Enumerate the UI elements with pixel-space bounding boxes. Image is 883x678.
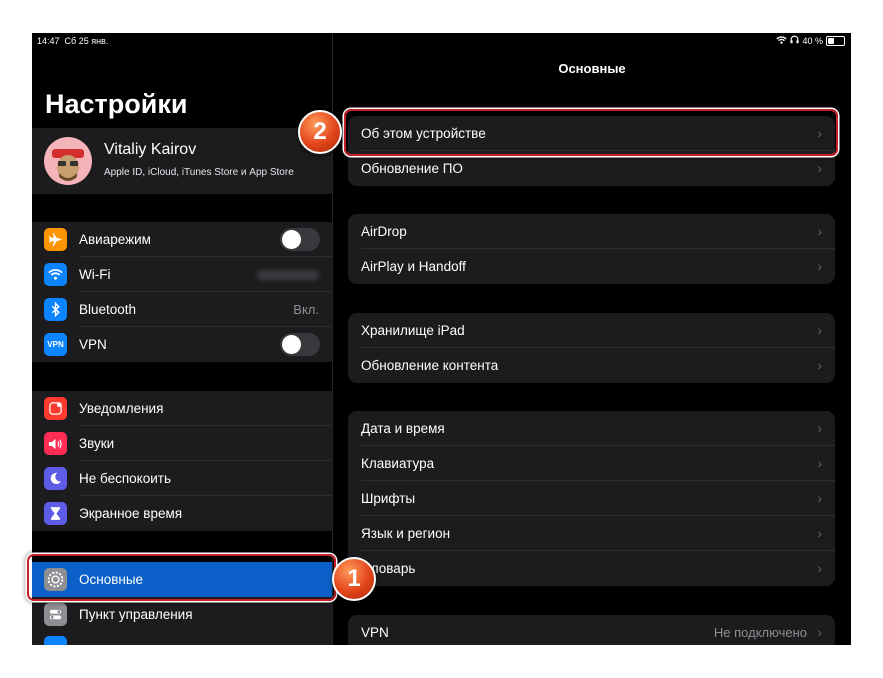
sidebar-item-wifi[interactable]: Wi-Fi [32,257,332,292]
sidebar-item-control-center[interactable]: Пункт управления [32,597,332,632]
wifi-signal-icon [776,36,788,46]
sidebar-item-label: Уведомления [79,401,164,416]
row-label: Обновление контента [361,358,499,373]
detail-group-storage: Хранилище iPad › Обновление контента › [348,313,835,383]
highlight-general [27,554,336,601]
chevron-right-icon: › [817,258,822,274]
battery-percent: 40 % [802,35,823,46]
avatar [44,137,92,185]
control-center-icon [44,603,67,626]
row-ipad-storage[interactable]: Хранилище iPad › [348,313,835,348]
status-time-date: 14:47 Сб 25 янв. [37,36,108,46]
chevron-right-icon: › [817,420,822,436]
sidebar-title: Настройки [45,89,188,119]
battery-icon [826,35,845,46]
profile-subtitle: Apple ID, iCloud, iTunes Store и App Sto… [104,167,294,178]
sidebar-item-label: VPN [79,337,107,352]
chevron-right-icon: › [817,624,822,640]
sidebar-item-notifications[interactable]: Уведомления [32,391,332,426]
sidebar-item-airplane-mode[interactable]: Авиарежим [32,222,332,257]
row-label: Язык и регион [361,526,451,541]
row-language-region[interactable]: Язык и регион › [348,516,835,551]
sidebar-item-label: Экранное время [79,506,183,521]
row-label: Шрифты [361,491,416,506]
chevron-right-icon: › [817,455,822,471]
sidebar-item-label: Авиарежим [79,232,151,247]
vpn-icon-text: VPN [47,340,64,349]
row-date-time[interactable]: Дата и время › [348,411,835,446]
detail-group-airdrop: AirDrop › AirPlay и Handoff › [348,214,835,284]
vpn-status: Не подключено [713,625,807,640]
callout-badge-2: 2 [298,110,342,154]
battery-fill [828,37,834,44]
speaker-icon [44,432,67,455]
row-software-update[interactable]: Обновление ПО › [348,151,835,186]
row-label: Дата и время [361,421,445,436]
row-label: Обновление ПО [361,161,463,176]
sidebar-item-vpn[interactable]: VPN VPN [32,327,332,362]
row-vpn[interactable]: VPN Не подключено › [348,615,835,645]
chevron-right-icon: › [817,357,822,373]
wifi-network-name-blurred [257,270,319,280]
callout-badge-1: 1 [332,557,376,601]
sidebar-item-label: Не беспокоить [79,471,171,486]
status-bar: 14:47 Сб 25 янв. 40 % [32,33,851,49]
sidebar-item-partial [32,632,332,645]
headphones-icon [790,35,800,46]
hourglass-icon [44,502,67,525]
highlight-about [344,109,838,156]
sidebar-item-label: Звуки [79,436,115,451]
notifications-icon [44,397,67,420]
row-label: AirDrop [361,224,407,239]
sidebar-item-sounds[interactable]: Звуки [32,426,332,461]
sidebar-group-notifications: Уведомления Звуки Не беспокоить Экранное… [32,391,332,531]
row-airplay-handoff[interactable]: AirPlay и Handoff › [348,249,835,284]
chevron-right-icon: › [817,490,822,506]
status-right: 40 % [776,35,845,46]
moon-icon [44,467,67,490]
bluetooth-icon [44,298,67,321]
row-label: Хранилище iPad [361,323,465,338]
sidebar-item-do-not-disturb[interactable]: Не беспокоить [32,461,332,496]
bluetooth-status: Вкл. [293,302,319,317]
sidebar-item-label: Bluetooth [79,302,137,317]
chevron-right-icon: › [817,560,822,576]
row-dictionary[interactable]: Словарь › [348,551,835,586]
row-label: AirPlay и Handoff [361,259,466,274]
airplane-mode-toggle[interactable] [280,228,320,251]
status-date: Сб 25 янв. [64,36,109,46]
chevron-right-icon: › [817,322,822,338]
chevron-right-icon: › [817,223,822,239]
sidebar-item-screen-time[interactable]: Экранное время [32,496,332,531]
row-keyboard[interactable]: Клавиатура › [348,446,835,481]
detail-group-vpn: VPN Не подключено › [348,615,835,645]
chevron-right-icon: › [817,160,822,176]
vpn-icon: VPN [44,333,67,356]
row-label: VPN [361,625,389,640]
sidebar-item-label: Wi-Fi [79,267,111,282]
sidebar-item-label: Пункт управления [79,607,193,622]
airplane-icon [44,228,67,251]
sidebar-group-connectivity: Авиарежим Wi-Fi Bluetooth Вкл. VPN VPN [32,222,332,362]
display-icon [44,636,67,645]
vpn-toggle[interactable] [280,333,320,356]
row-label: Клавиатура [361,456,435,471]
row-background-refresh[interactable]: Обновление контента › [348,348,835,383]
row-fonts[interactable]: Шрифты › [348,481,835,516]
status-time: 14:47 [37,36,60,46]
profile-name: Vitaliy Kairov [104,141,197,158]
apple-id-profile-row[interactable]: Vitaliy Kairov Apple ID, iCloud, iTunes … [32,128,332,194]
detail-group-datetime: Дата и время › Клавиатура › Шрифты › Язы… [348,411,835,586]
detail-title: Основные [558,61,626,76]
sidebar-item-bluetooth[interactable]: Bluetooth Вкл. [32,292,332,327]
row-airdrop[interactable]: AirDrop › [348,214,835,249]
wifi-icon [44,263,67,286]
chevron-right-icon: › [817,525,822,541]
